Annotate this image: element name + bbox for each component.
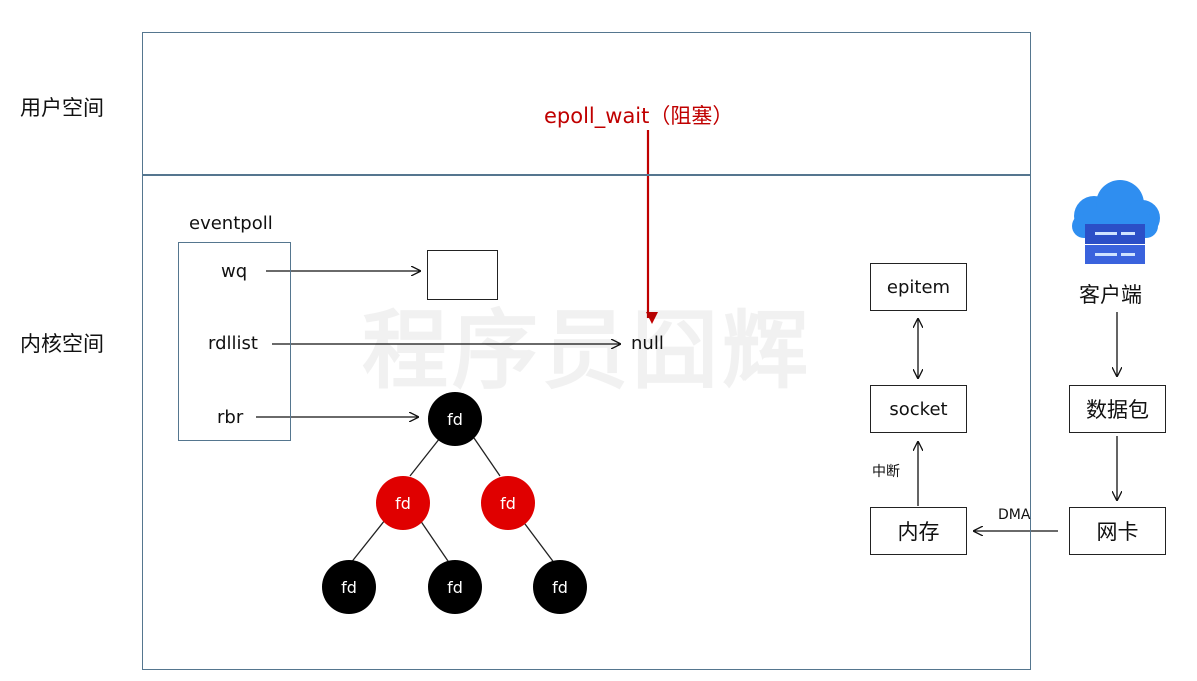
packet-box: 数据包 xyxy=(1069,385,1166,433)
rbtree-leaf-node: fd xyxy=(322,560,376,614)
rbtree-leaf-node: fd xyxy=(428,560,482,614)
eventpoll-field-wq: wq xyxy=(221,261,248,282)
rbtree-root-node: fd xyxy=(428,392,482,446)
client-label: 客户端 xyxy=(1079,283,1142,307)
wait-queue-box xyxy=(427,250,498,300)
rbtree-leaf-node: fd xyxy=(533,560,587,614)
null-label: null xyxy=(631,333,664,354)
epoll-wait-label: epoll_wait（阻塞） xyxy=(544,104,734,128)
nic-box: 网卡 xyxy=(1069,507,1166,555)
rbtree-node-red-right: fd xyxy=(481,476,535,530)
memory-box: 内存 xyxy=(870,507,967,555)
user-space-label: 用户空间 xyxy=(20,96,104,120)
socket-box: socket xyxy=(870,385,967,433)
dma-label: DMA xyxy=(998,507,1031,523)
epitem-box: epitem xyxy=(870,263,967,311)
rbtree-node-red-left: fd xyxy=(376,476,430,530)
eventpoll-title: eventpoll xyxy=(189,213,273,234)
eventpoll-field-rbr: rbr xyxy=(217,407,244,428)
interrupt-label: 中断 xyxy=(872,464,900,480)
eventpoll-field-rdllist: rdllist xyxy=(208,333,258,354)
cloud-server-icon xyxy=(1072,180,1160,264)
kernel-space-label: 内核空间 xyxy=(20,332,104,356)
